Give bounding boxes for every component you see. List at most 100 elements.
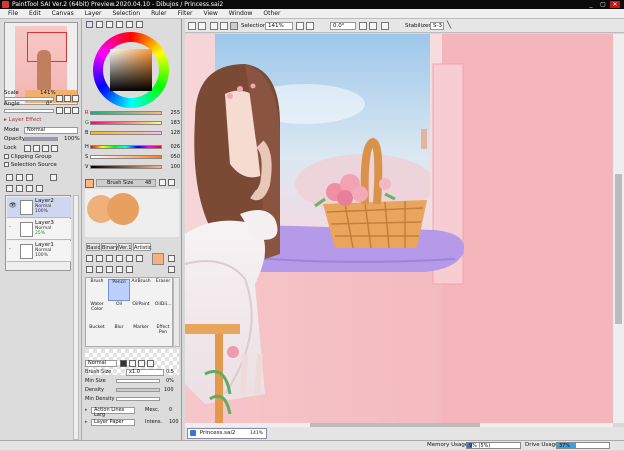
menu-other[interactable]: Other xyxy=(255,9,283,19)
b-slider[interactable] xyxy=(90,131,162,135)
eyedropper-alt-icon[interactable] xyxy=(116,266,123,273)
lock-move-icon[interactable] xyxy=(42,145,49,152)
zoom-out-icon[interactable] xyxy=(296,22,304,30)
preset-row[interactable]: ▸ Action Lines Larg Mesc. 0 xyxy=(85,406,179,418)
zoom-field[interactable]: 141% xyxy=(265,22,293,30)
rotate-tool-icon[interactable] xyxy=(106,266,113,273)
preset-name[interactable]: Action Lines Larg xyxy=(91,407,135,418)
foreground-color-swatch[interactable] xyxy=(152,253,164,265)
density-slider[interactable] xyxy=(116,388,160,392)
color-wheel[interactable] xyxy=(93,32,169,108)
hand-icon[interactable] xyxy=(126,255,133,262)
mixer-tab-icon[interactable] xyxy=(126,21,133,28)
trash-icon[interactable] xyxy=(36,185,43,192)
eyedropper-icon[interactable] xyxy=(116,255,123,262)
new-layer-icon[interactable] xyxy=(6,174,13,181)
menu-file[interactable]: File xyxy=(0,9,21,19)
menu-filter[interactable]: Filter xyxy=(170,9,196,19)
lock-paint-icon[interactable] xyxy=(33,145,40,152)
eye-icon[interactable]: · xyxy=(9,246,17,254)
vertical-scroll-thumb[interactable] xyxy=(615,174,622,324)
g-slider[interactable] xyxy=(90,121,162,125)
deselect-icon[interactable] xyxy=(210,22,218,30)
preset-row[interactable]: ▸ Layer Paper Intens. 100 xyxy=(85,418,179,428)
hand-alt-icon[interactable] xyxy=(126,266,133,273)
new-linework-layer-icon[interactable] xyxy=(16,174,23,181)
mode-select[interactable]: Normal xyxy=(24,127,78,134)
menu-layer[interactable]: Layer xyxy=(77,9,105,19)
redo-icon[interactable] xyxy=(198,22,206,30)
s-slider[interactable] xyxy=(90,155,162,159)
tool-effect-pen[interactable]: Effect Pen xyxy=(152,325,174,347)
move-icon[interactable] xyxy=(86,266,93,273)
current-color-swatch[interactable] xyxy=(85,179,94,188)
eye-icon[interactable]: 👁 xyxy=(9,202,17,210)
tool-oil[interactable]: Oil xyxy=(108,302,130,324)
tool-bucket[interactable]: Bucket xyxy=(86,325,108,347)
rgb-slider-tab-icon[interactable] xyxy=(96,21,103,28)
tab-basic[interactable]: Basic xyxy=(86,243,100,251)
brush-size-bar[interactable]: Brush Size 48 xyxy=(96,179,156,187)
line-tool-icon[interactable]: ╲ xyxy=(447,22,455,30)
flip-icon[interactable] xyxy=(381,22,389,30)
selection-source-checkbox[interactable] xyxy=(4,162,9,167)
tool-watercolor[interactable]: Water Color xyxy=(86,302,108,324)
zoom-tool-icon[interactable] xyxy=(96,266,103,273)
zoom-in-icon[interactable] xyxy=(306,22,314,30)
menu-canvas[interactable]: Canvas xyxy=(44,9,77,19)
new-folder-icon[interactable] xyxy=(26,174,33,181)
close-button[interactable]: ✕ xyxy=(610,1,620,8)
invert-selection-icon[interactable] xyxy=(220,22,228,30)
tab-artistic[interactable]: Artistic xyxy=(133,243,152,251)
tool-brush[interactable]: Brush xyxy=(86,279,108,301)
tool-grid-scrollbar[interactable] xyxy=(173,277,180,347)
magic-wand-icon[interactable] xyxy=(106,255,113,262)
select-rect-icon[interactable] xyxy=(86,255,93,262)
blend-mode-select[interactable]: Normal xyxy=(85,360,117,367)
selection-source-row[interactable]: Selection Source xyxy=(4,161,80,169)
hsv-slider-tab-icon[interactable] xyxy=(106,21,113,28)
tool-marker[interactable]: Marker xyxy=(130,325,152,347)
maximize-button[interactable]: ▢ xyxy=(598,1,608,8)
brush-shape-round-icon[interactable] xyxy=(129,360,136,367)
brush-shape-flat-icon[interactable] xyxy=(147,360,154,367)
copy-layer-icon[interactable] xyxy=(6,185,13,192)
v-slider[interactable] xyxy=(90,165,162,169)
rotate-right-nav-icon[interactable] xyxy=(64,107,71,114)
brush-size-down-icon[interactable] xyxy=(159,179,166,186)
min-size-slider[interactable] xyxy=(116,379,160,383)
clipping-checkbox[interactable] xyxy=(4,154,9,159)
rotate-left-nav-icon[interactable] xyxy=(56,107,63,114)
menu-selection[interactable]: Selection xyxy=(104,9,143,19)
menu-view[interactable]: View xyxy=(195,9,220,19)
lock-transparency-icon[interactable] xyxy=(24,145,31,152)
brush-shape-hard-icon[interactable] xyxy=(120,360,127,367)
angle-slider[interactable] xyxy=(4,109,54,113)
transparent-color-icon[interactable] xyxy=(168,266,175,273)
layer-row[interactable]: · Layer3 Normal 25% xyxy=(7,219,71,240)
tool-eraser[interactable]: Eraser xyxy=(152,279,174,301)
lasso-icon[interactable] xyxy=(96,255,103,262)
minimize-button[interactable]: _ xyxy=(586,1,596,8)
color-square-picker[interactable] xyxy=(110,49,152,91)
angle-field[interactable]: 0.0° xyxy=(330,22,356,30)
menu-ruler[interactable]: Ruler xyxy=(143,9,170,19)
rotate-right-icon[interactable] xyxy=(369,22,377,30)
selection-toggle-icon[interactable] xyxy=(230,22,238,30)
stabilizer-select[interactable]: S-3 xyxy=(430,22,444,30)
opacity-slider[interactable] xyxy=(24,137,58,141)
brush-shape-soft-icon[interactable] xyxy=(138,360,145,367)
selection-label[interactable]: Selection xyxy=(241,19,266,33)
tool-blur[interactable]: Blur xyxy=(108,325,130,347)
tool-oilpaint[interactable]: OilPaint xyxy=(130,302,152,324)
canvas-vertical-scrollbar[interactable] xyxy=(613,34,624,423)
layer-effect-header[interactable]: ▸ Layer Effect xyxy=(4,116,80,124)
brush-size-multiplier[interactable]: x1.0 xyxy=(126,369,164,376)
layer-scrollbar[interactable] xyxy=(73,195,79,440)
brush-size-menu-icon[interactable] xyxy=(168,179,175,186)
menu-edit[interactable]: Edit xyxy=(21,9,44,19)
clear-layer-icon[interactable] xyxy=(26,185,33,192)
min-density-slider[interactable] xyxy=(116,397,160,401)
tool-pencil[interactable]: Pencil xyxy=(108,279,130,301)
drawing-canvas[interactable] xyxy=(185,34,613,423)
